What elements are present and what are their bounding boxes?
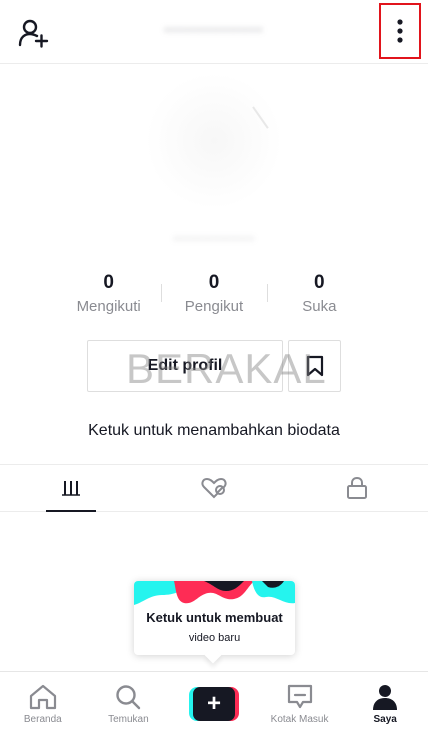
nav-profile-label: Saya — [373, 714, 397, 725]
avatar[interactable] — [145, 72, 283, 210]
lock-icon — [346, 476, 367, 499]
display-name: ·············· — [173, 230, 255, 247]
stat-following-label: Mengikuti — [76, 298, 141, 315]
nav-home-label: Beranda — [23, 714, 62, 725]
edit-profile-button[interactable]: Edit profil — [87, 340, 283, 392]
nav-inbox-label: Kotak Masuk — [270, 714, 329, 725]
profile-stats: 0 Mengikuti 0 Pengikut 0 Suka — [56, 272, 372, 320]
tooltip-illustration — [134, 581, 295, 611]
tab-liked[interactable] — [143, 465, 286, 511]
more-options-button[interactable] — [379, 3, 421, 59]
stat-likes[interactable]: 0 Suka — [266, 272, 372, 320]
vertical-dots-icon — [397, 19, 403, 43]
bottom-nav: Beranda Temukan + Kotak Masuk Saya — [0, 671, 428, 740]
stat-followers-count: 0 — [208, 272, 220, 293]
nav-create[interactable]: + — [171, 672, 257, 740]
stat-following[interactable]: 0 Mengikuti — [56, 272, 161, 320]
plus-icon: + — [192, 687, 235, 721]
search-icon — [116, 685, 141, 710]
favorites-button[interactable] — [288, 340, 341, 392]
stat-followers-label: Pengikut — [184, 298, 244, 315]
tab-videos[interactable] — [0, 465, 143, 512]
stat-likes-count: 0 — [314, 272, 325, 293]
create-button[interactable]: + — [188, 687, 239, 721]
top-bar: ················· — [0, 0, 428, 64]
profile-tabs — [0, 464, 428, 512]
tab-private[interactable] — [285, 465, 428, 511]
home-icon — [29, 684, 56, 710]
nav-profile[interactable]: Saya — [342, 672, 428, 740]
stat-followers[interactable]: 0 Pengikut — [161, 272, 266, 320]
inbox-icon — [287, 684, 312, 709]
nav-home[interactable]: Beranda — [0, 672, 86, 740]
username-title[interactable]: ················· — [0, 22, 428, 40]
tooltip-tail — [204, 646, 222, 664]
bookmark-icon — [306, 355, 323, 377]
add-bio-prompt[interactable]: Ketuk untuk menambahkan biodata — [0, 422, 428, 440]
liked-icon — [201, 477, 227, 499]
stat-following-count: 0 — [103, 272, 114, 293]
nav-discover-label: Temukan — [108, 714, 149, 725]
profile-icon — [373, 685, 398, 710]
create-video-tooltip[interactable]: Ketuk untuk membuat video baru — [134, 581, 295, 664]
tooltip-title: Ketuk untuk membuat — [146, 610, 283, 625]
tooltip-subtitle: video baru — [188, 632, 241, 644]
grid-icon — [62, 481, 81, 496]
nav-inbox[interactable]: Kotak Masuk — [257, 672, 343, 740]
nav-discover[interactable]: Temukan — [86, 672, 172, 740]
stat-likes-label: Suka — [302, 298, 337, 315]
